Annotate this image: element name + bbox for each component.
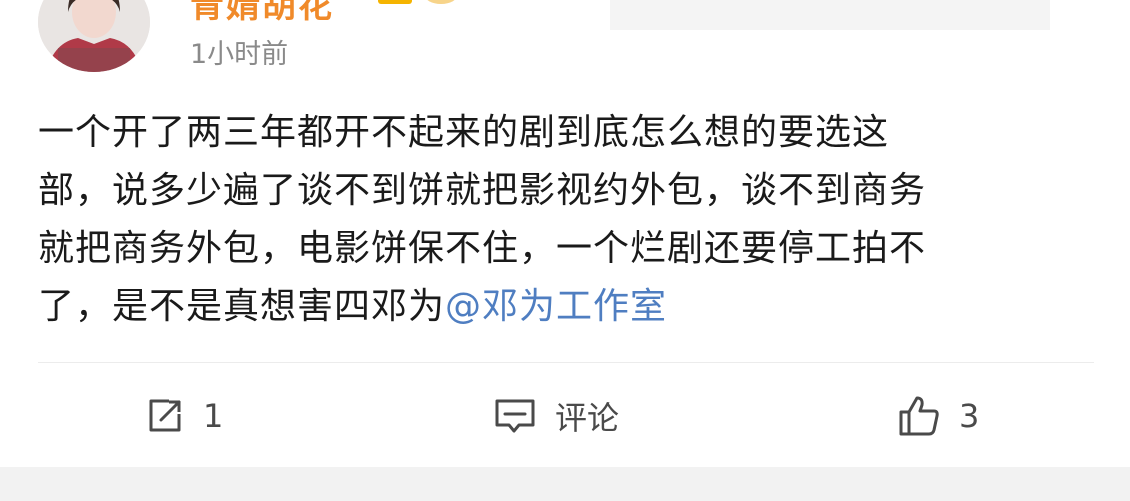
repost-count: 1	[203, 397, 224, 435]
content-line-last: 了，是不是真想害四邓为@邓为工作室	[38, 278, 1098, 336]
content-text: 了，是不是真想害四邓为	[38, 286, 446, 327]
mention-link[interactable]: @邓为工作室	[445, 286, 667, 327]
header-obscured-area	[610, 0, 1050, 30]
thumbs-up-icon	[897, 394, 941, 438]
comment-button[interactable]: 评论	[493, 380, 619, 452]
content-line: 就把商务外包，电影饼保不住，一个烂剧还要停工拍不	[38, 228, 927, 269]
post-content: 一个开了两三年都开不起来的剧到底怎么想的要选这 部，说多少遍了谈不到饼就把影视约…	[38, 104, 1098, 336]
like-button[interactable]: 3	[897, 380, 979, 452]
like-count: 3	[959, 397, 980, 435]
bottom-separator	[0, 467, 1130, 501]
avatar[interactable]	[38, 0, 150, 72]
avatar-image	[38, 0, 150, 72]
comment-icon	[493, 396, 537, 436]
comment-label: 评论	[555, 399, 620, 437]
content-line: 一个开了两三年都开不起来的剧到底怎么想的要选这	[38, 112, 890, 153]
member-badge-icon	[378, 0, 412, 4]
author-name[interactable]: 青婧胡花	[190, 0, 334, 27]
divider	[38, 362, 1094, 363]
repost-button[interactable]: 1	[145, 380, 223, 452]
share-icon	[145, 396, 185, 436]
weibo-post-card: 青婧胡花 1小时前 一个开了两三年都开不起来的剧到底怎么想的要选这 部，说多少遍…	[0, 0, 1130, 501]
post-header: 青婧胡花 1小时前	[0, 0, 1130, 90]
content-line: 部，说多少遍了谈不到饼就把影视约外包，谈不到商务	[38, 170, 927, 211]
fan-level-icon	[424, 0, 458, 4]
action-bar: 1 评论 3	[0, 380, 1130, 452]
post-timestamp: 1小时前	[190, 39, 289, 70]
